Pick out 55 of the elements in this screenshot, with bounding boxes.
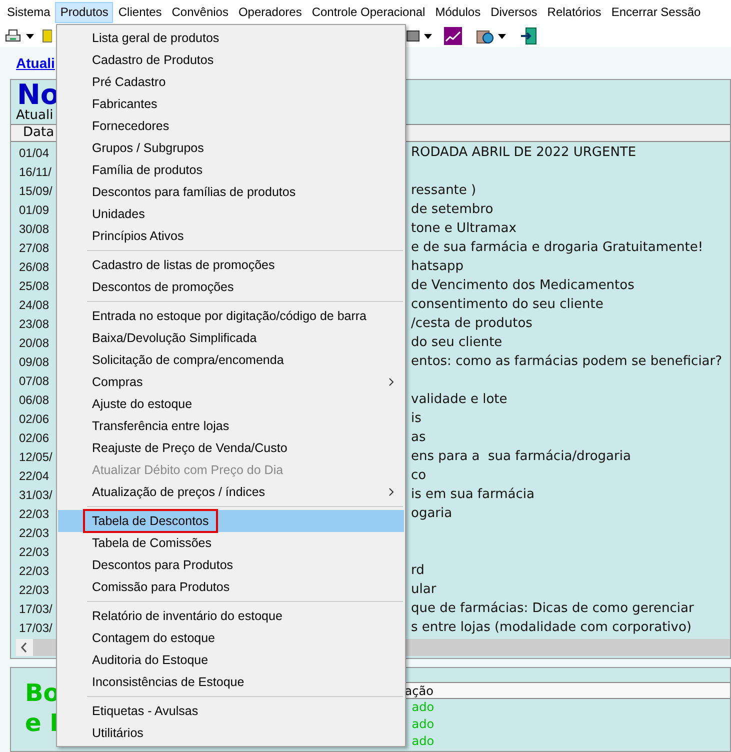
status-cell: ado xyxy=(412,699,434,716)
date-cell-text: 22/03 xyxy=(19,544,50,560)
date-cell-text: 01/04 xyxy=(19,144,50,162)
date-cell-text: 22/03 xyxy=(19,524,50,542)
news-headline: hatsapp xyxy=(411,258,464,276)
news-headline: ens para a sua farmácia/drogaria xyxy=(411,448,631,466)
column-header: ação xyxy=(404,682,434,700)
news-headline: de Vencimento dos Medicamentos xyxy=(411,276,634,295)
news-headline: ular xyxy=(411,580,436,599)
date-cell-text: 17/03/ xyxy=(19,620,54,636)
status-cell: ado xyxy=(412,716,434,733)
news-headline: e de sua farmácia e drogaria Gratuitamente! xyxy=(411,238,704,257)
news-headline: de setembro xyxy=(411,200,494,219)
status-cell: ado xyxy=(412,733,434,750)
date-cell-text: 09/08 xyxy=(19,354,50,370)
date-cell-text: 30/08 xyxy=(19,220,50,238)
date-cell-text: 27/08 xyxy=(19,240,50,256)
date-cell-text: 02/06 xyxy=(19,430,50,446)
news-headline: is xyxy=(411,410,422,428)
column-header: Data xyxy=(22,124,54,142)
date-cell-text: 22/04 xyxy=(19,468,50,484)
news-headline: tone e Ultramax xyxy=(411,220,516,238)
news-subtitle: Atuali xyxy=(15,109,54,123)
news-headline: do seu cliente xyxy=(411,334,502,352)
news-headline: ressante ) xyxy=(411,182,476,200)
date-cell-text: 26/08 xyxy=(19,258,50,276)
date-cell-text: 31/03/ xyxy=(19,486,54,504)
date-cell-text: 24/08 xyxy=(19,296,50,314)
news-headline: co xyxy=(411,466,426,485)
news-headline: is em sua farmácia xyxy=(411,486,534,504)
news-headline: /cesta de produtos xyxy=(411,314,532,333)
date-cell-text: 07/08 xyxy=(19,372,50,390)
date-cell-text: 22/03 xyxy=(19,506,50,522)
date-cell-text: 20/08 xyxy=(19,334,50,352)
date-cell-text: 16/11/ xyxy=(19,164,52,180)
news-headline: validade e lote xyxy=(411,390,508,409)
news-headline: RODADA ABRIL DE 2022 URGENTE xyxy=(411,144,636,162)
date-cell-text: 15/09/ xyxy=(19,182,54,200)
date-cell-text: 25/08 xyxy=(19,278,50,294)
date-cell-text: 22/03 xyxy=(19,582,50,598)
news-headline: s entre lojas (modalidade com corporativo) xyxy=(411,618,692,637)
date-cell-text: 06/08 xyxy=(19,392,50,408)
news-headline: consentimento do seu cliente xyxy=(411,296,604,314)
news-title: No xyxy=(17,80,60,109)
date-cell-text: 02/06 xyxy=(19,410,50,428)
date-cell-text: 12/05/ xyxy=(19,448,54,466)
date-cell-text: 01/09 xyxy=(19,202,50,218)
news-headline: ogaria xyxy=(411,504,452,523)
news-headline: entos: como as farmácias podem se beneficiar? xyxy=(411,352,722,371)
news-headline: rd xyxy=(411,562,424,580)
news-headline: que de farmácias: Dicas de como gerenciar xyxy=(411,600,694,618)
date-cell-text: 17/03/ xyxy=(19,600,54,618)
news-headline: as xyxy=(411,428,426,447)
date-cell-text: 22/03 xyxy=(19,562,50,580)
date-cell-text: 23/08 xyxy=(19,316,50,332)
